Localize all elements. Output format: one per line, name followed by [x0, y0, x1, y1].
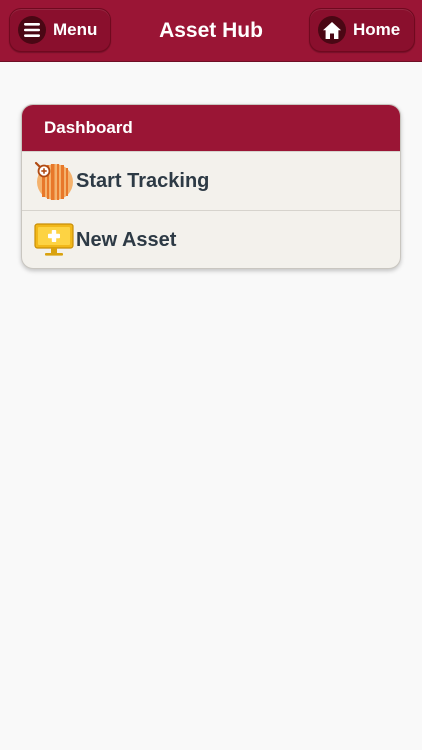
barcode-scan-icon [34, 161, 74, 201]
house-icon [318, 16, 346, 44]
new-asset-label: New Asset [76, 228, 177, 251]
app-header: Menu Asset Hub Home [0, 0, 422, 62]
start-tracking-item[interactable]: Start Tracking [22, 151, 400, 210]
new-asset-item[interactable]: New Asset [22, 210, 400, 268]
home-button[interactable]: Home [309, 8, 415, 52]
monitor-add-icon [34, 220, 74, 260]
dashboard-title: Dashboard [22, 105, 400, 151]
home-button-label: Home [353, 20, 401, 39]
dashboard-panel: Dashboard Start Tracking New Asset [21, 104, 401, 269]
start-tracking-label: Start Tracking [76, 169, 210, 192]
